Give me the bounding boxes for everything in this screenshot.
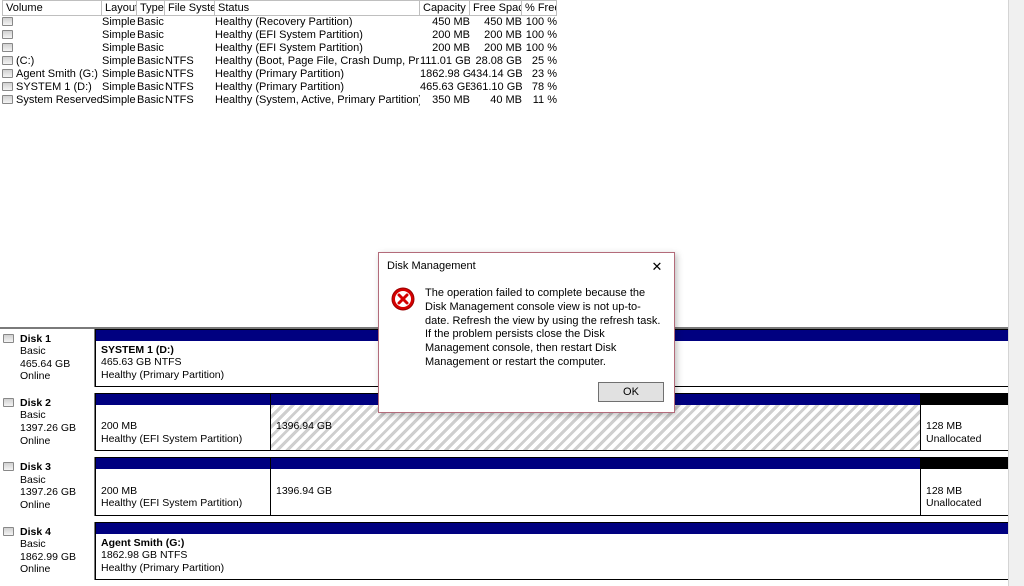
partition[interactable]: 1396.94 GB <box>271 458 921 514</box>
volume-row[interactable]: Agent Smith (G:)SimpleBasicNTFSHealthy (… <box>0 68 1024 81</box>
disk-partitions: 200 MBHealthy (EFI System Partition)1396… <box>95 457 1024 515</box>
col-freespace[interactable]: Free Space <box>470 0 522 16</box>
volume-row[interactable]: SimpleBasicHealthy (EFI System Partition… <box>0 42 1024 55</box>
disk-row: Disk 4Basic1862.99 GBOnlineAgent Smith (… <box>0 522 1024 586</box>
drive-icon <box>2 17 13 26</box>
col-pctfree[interactable]: % Free <box>522 0 557 16</box>
dialog-ok-button[interactable]: OK <box>598 382 664 402</box>
error-icon <box>391 287 415 370</box>
disk-label[interactable]: Disk 2Basic1397.26 GBOnline <box>0 393 95 451</box>
partition-color-bar <box>921 458 1009 469</box>
col-volume[interactable]: Volume <box>2 0 102 16</box>
col-status[interactable]: Status <box>215 0 420 16</box>
volume-row[interactable]: SimpleBasicHealthy (EFI System Partition… <box>0 29 1024 42</box>
dialog-title: Disk Management <box>387 260 648 272</box>
col-type[interactable]: Type <box>137 0 165 16</box>
disk-label[interactable]: Disk 3Basic1397.26 GBOnline <box>0 457 95 515</box>
partition-color-bar <box>921 394 1009 405</box>
partition[interactable]: Agent Smith (G:)1862.98 GB NTFSHealthy (… <box>96 523 1009 579</box>
dialog-close-button[interactable]: ✕ <box>648 260 666 273</box>
partition-info: 128 MBUnallocated <box>921 405 1009 450</box>
volume-row[interactable]: SimpleBasicHealthy (Recovery Partition)4… <box>0 16 1024 29</box>
drive-icon <box>2 56 13 65</box>
disk-icon <box>3 462 14 471</box>
partition-color-bar <box>96 458 270 469</box>
disk-icon <box>3 527 14 536</box>
volume-row[interactable]: (C:)SimpleBasicNTFSHealthy (Boot, Page F… <box>0 55 1024 68</box>
drive-icon <box>2 43 13 52</box>
disk-row: Disk 3Basic1397.26 GBOnline200 MBHealthy… <box>0 457 1024 521</box>
partition-color-bar <box>96 523 1009 534</box>
disk-icon <box>3 398 14 407</box>
drive-icon <box>2 69 13 78</box>
partition-info: 200 MBHealthy (EFI System Partition) <box>96 469 270 514</box>
col-layout[interactable]: Layout <box>102 0 137 16</box>
disk-icon <box>3 334 14 343</box>
partition[interactable]: 200 MBHealthy (EFI System Partition) <box>96 458 271 514</box>
partition-info: Agent Smith (G:)1862.98 GB NTFSHealthy (… <box>96 534 1009 579</box>
volume-table: Volume Layout Type File System Status Ca… <box>0 0 1024 107</box>
disk-label[interactable]: Disk 1Basic465.64 GBOnline <box>0 329 95 387</box>
dialog-titlebar[interactable]: Disk Management ✕ <box>379 253 674 279</box>
drive-icon <box>2 82 13 91</box>
dialog-message: The operation failed to complete because… <box>425 287 662 370</box>
partition-info: 1396.94 GB <box>271 469 920 514</box>
vertical-scrollbar[interactable] <box>1008 0 1024 586</box>
partition-info: 200 MBHealthy (EFI System Partition) <box>96 405 270 450</box>
partition-info: 128 MBUnallocated <box>921 469 1009 514</box>
volume-table-header: Volume Layout Type File System Status Ca… <box>0 0 1024 16</box>
disk-partitions: Agent Smith (G:)1862.98 GB NTFSHealthy (… <box>95 522 1024 580</box>
partition[interactable]: 128 MBUnallocated <box>921 394 1009 450</box>
partition-color-bar <box>271 458 920 469</box>
volume-row[interactable]: SYSTEM 1 (D:)SimpleBasicNTFSHealthy (Pri… <box>0 81 1024 94</box>
partition[interactable]: 200 MBHealthy (EFI System Partition) <box>96 394 271 450</box>
partition-color-bar <box>96 394 270 405</box>
col-filesystem[interactable]: File System <box>165 0 215 16</box>
col-capacity[interactable]: Capacity <box>420 0 470 16</box>
disk-label[interactable]: Disk 4Basic1862.99 GBOnline <box>0 522 95 580</box>
drive-icon <box>2 95 13 104</box>
drive-icon <box>2 30 13 39</box>
volume-row[interactable]: System ReservedSimpleBasicNTFSHealthy (S… <box>0 94 1024 107</box>
partition[interactable]: 128 MBUnallocated <box>921 458 1009 514</box>
error-dialog: Disk Management ✕ The operation failed t… <box>378 252 675 413</box>
